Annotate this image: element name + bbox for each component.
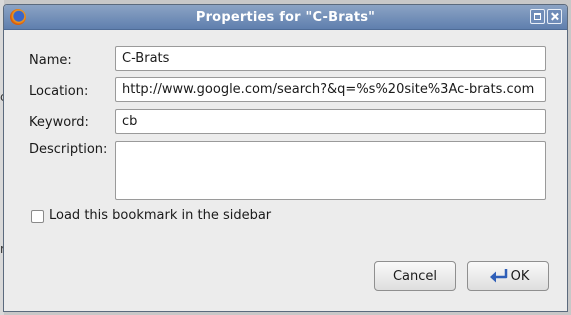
sidebar-checkbox[interactable] bbox=[31, 210, 44, 223]
name-label: Name: bbox=[29, 53, 72, 68]
ok-button[interactable]: OK bbox=[467, 261, 549, 291]
name-field[interactable] bbox=[115, 46, 546, 71]
location-label: Location: bbox=[29, 84, 89, 99]
title-bar[interactable]: Properties for "C-Brats" bbox=[4, 5, 567, 30]
ok-button-label: OK bbox=[510, 268, 530, 284]
keyword-field[interactable] bbox=[115, 109, 546, 134]
maximize-icon[interactable] bbox=[530, 9, 545, 24]
location-field[interactable] bbox=[115, 77, 546, 102]
properties-dialog: Properties for "C-Brats" Name: Location:… bbox=[3, 4, 568, 312]
enter-arrow-icon bbox=[489, 269, 507, 283]
description-label: Description: bbox=[29, 142, 108, 157]
description-field[interactable] bbox=[115, 141, 546, 200]
sidebar-checkbox-label[interactable]: Load this bookmark in the sidebar bbox=[49, 208, 271, 223]
cancel-button-label: Cancel bbox=[392, 268, 438, 284]
window-title: Properties for "C-Brats" bbox=[195, 10, 376, 25]
close-icon[interactable] bbox=[547, 9, 562, 24]
cancel-button[interactable]: Cancel bbox=[374, 261, 456, 291]
keyword-label: Keyword: bbox=[29, 115, 89, 130]
